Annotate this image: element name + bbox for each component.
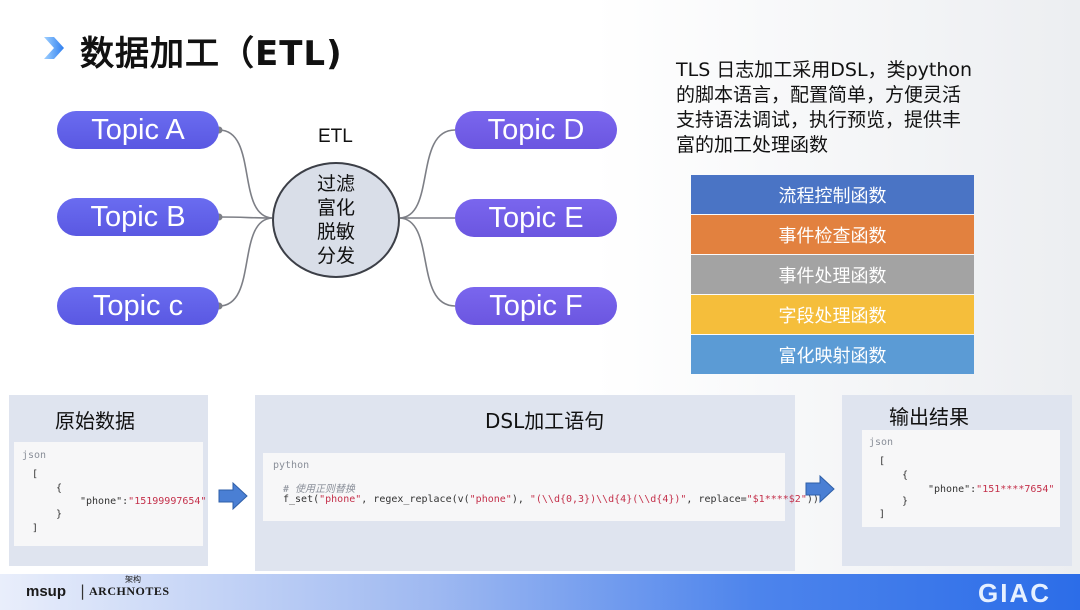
footer-bar: msup | ARCHNOTES 架构 GIAC xyxy=(0,574,1080,610)
description-line: 富的加工处理函数 xyxy=(676,134,829,156)
func-event-process: 事件处理函数 xyxy=(691,255,974,294)
page-title: 数据加工（ETL) xyxy=(80,34,343,74)
result-panel: 输出结果 json [ { "phone":"151****7654" } ] xyxy=(842,395,1072,566)
title-chevron-icon xyxy=(44,37,64,59)
raw-data-title: 原始数据 xyxy=(55,409,135,433)
arrow-right-icon xyxy=(805,474,835,504)
code-lang: python xyxy=(273,460,310,471)
code-line: { xyxy=(902,470,909,481)
dsl-title: DSL加工语句 xyxy=(485,409,605,433)
code-line: } xyxy=(56,509,63,520)
etl-circle: 过滤 富化 脱敏 分发 xyxy=(272,162,400,278)
topic-f-pill: Topic F xyxy=(455,287,617,325)
topic-a-pill: Topic A xyxy=(57,111,219,149)
result-title: 输出结果 xyxy=(889,405,969,429)
code-line: "phone":"151****7654" xyxy=(928,484,1055,495)
etl-step-distribute: 分发 xyxy=(316,245,355,267)
footer-separator: | xyxy=(80,582,86,600)
dsl-panel: DSL加工语句 python # 使用正则替换 f_set("phone", r… xyxy=(255,395,819,571)
etl-step-mask: 脱敏 xyxy=(316,221,355,243)
description-line: TLS 日志加工采用DSL，类python xyxy=(676,59,973,81)
topic-e-pill: Topic E xyxy=(455,199,617,237)
topic-c-pill: Topic c xyxy=(57,287,219,325)
result-code: json [ { "phone":"151****7654" } ] xyxy=(862,430,1060,527)
code-line: [ xyxy=(32,469,39,480)
topic-b-pill: Topic B xyxy=(57,198,219,236)
code-line: f_set("phone", regex_replace(v("phone"),… xyxy=(283,494,819,505)
code-line: "phone":"15199997654" xyxy=(80,496,207,507)
code-comment: # 使用正则替换 xyxy=(283,484,356,495)
code-line: [ xyxy=(879,456,886,467)
raw-data-code: json [ { "phone":"15199997654" } ] xyxy=(14,442,207,546)
description-line: 支持语法调试，执行预览，提供丰 xyxy=(676,109,962,131)
code-lang: json xyxy=(22,450,47,461)
etl-step-enrich: 富化 xyxy=(316,197,355,219)
topic-d-pill: Topic D xyxy=(455,111,617,149)
giac-logo: GIAC xyxy=(978,578,1051,608)
code-line: ] xyxy=(879,509,886,520)
msup-logo: msup xyxy=(26,583,67,600)
archnotes-cn-logo: 架构 xyxy=(125,575,141,584)
tls-description: TLS 日志加工采用DSL，类python 的脚本语言，配置简单，方便灵活 支持… xyxy=(676,58,996,158)
description-line: 的脚本语言，配置简单，方便灵活 xyxy=(676,84,962,106)
arrow-right-icon xyxy=(218,481,248,511)
etl-label: ETL xyxy=(318,126,353,147)
code-line: } xyxy=(902,496,909,507)
etl-step-filter: 过滤 xyxy=(316,173,355,195)
code-lang: json xyxy=(869,437,894,448)
function-list: 流程控制函数 事件检查函数 事件处理函数 字段处理函数 富化映射函数 xyxy=(691,175,974,375)
dsl-code: python # 使用正则替换 f_set("phone", regex_rep… xyxy=(263,453,819,521)
code-line: { xyxy=(56,483,63,494)
func-event-check: 事件检查函数 xyxy=(691,215,974,254)
archnotes-logo: ARCHNOTES xyxy=(89,584,170,598)
func-field-process: 字段处理函数 xyxy=(691,295,974,334)
code-line: ] xyxy=(32,523,39,534)
raw-data-panel: 原始数据 json [ { "phone":"15199997654" } ] xyxy=(9,395,208,566)
func-flow-control: 流程控制函数 xyxy=(691,175,974,214)
func-enrich-map: 富化映射函数 xyxy=(691,335,974,374)
